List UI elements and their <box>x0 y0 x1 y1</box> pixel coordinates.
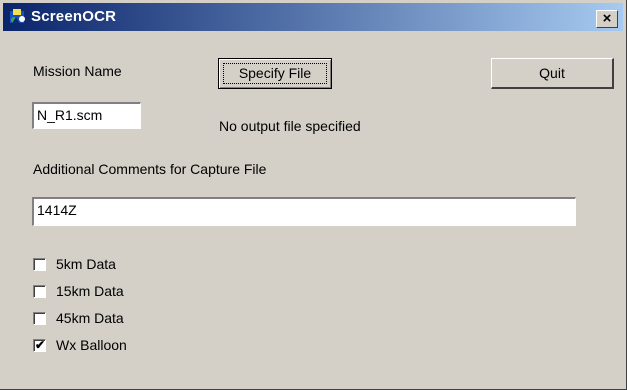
checkbox-box[interactable] <box>33 312 46 325</box>
checkbox-label: 45km Data <box>56 310 124 326</box>
checkbox-box[interactable] <box>33 285 46 298</box>
checkbox-label: Wx Balloon <box>56 337 127 353</box>
focus-ring <box>223 63 327 84</box>
checkbox-box[interactable] <box>33 258 46 271</box>
quit-button[interactable]: Quit <box>491 58 614 89</box>
screenocr-window: ScreenOCR × Mission Name Specify File Qu… <box>0 0 627 390</box>
output-file-status: No output file specified <box>219 118 361 134</box>
title-bar[interactable]: ScreenOCR × <box>3 3 623 31</box>
checkbox-label: 15km Data <box>56 283 124 299</box>
check-icon: ✔ <box>35 338 46 352</box>
app-icon <box>10 9 25 25</box>
close-button[interactable]: × <box>596 10 618 28</box>
comments-label: Additional Comments for Capture File <box>33 161 267 177</box>
mission-name-label: Mission Name <box>33 63 122 79</box>
window-title: ScreenOCR <box>31 8 117 25</box>
checkbox-box[interactable]: ✔ <box>33 339 46 352</box>
specify-file-button[interactable]: Specify File <box>218 58 332 89</box>
comments-input[interactable]: 1414Z <box>32 197 576 226</box>
close-icon: × <box>602 10 612 27</box>
quit-label: Quit <box>539 65 565 81</box>
mission-name-input[interactable]: N_R1.scm <box>32 102 141 129</box>
checkbox-label: 5km Data <box>56 256 116 272</box>
